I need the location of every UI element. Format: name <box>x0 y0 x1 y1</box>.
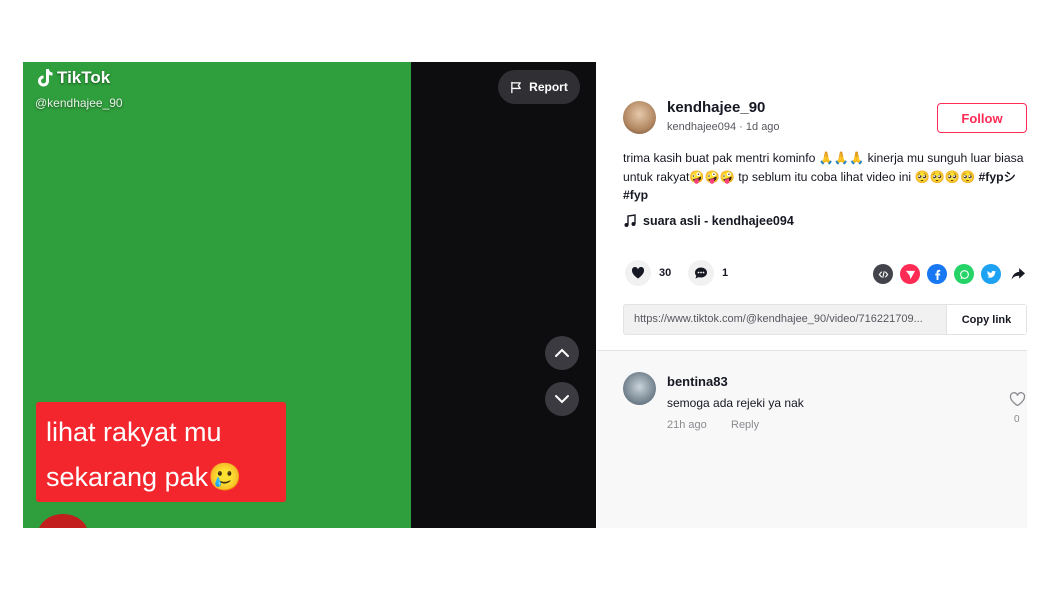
share-whatsapp-button[interactable] <box>954 264 974 284</box>
chevron-up-icon <box>555 348 569 357</box>
watermark-brand: TikTok <box>57 68 111 87</box>
flag-icon <box>511 81 522 93</box>
watermark-handle: @kendhajee_90 <box>35 96 123 110</box>
like-count: 30 <box>659 267 672 279</box>
report-button[interactable]: Report <box>498 70 580 104</box>
music-note-icon <box>624 214 636 227</box>
like-button[interactable] <box>625 260 651 286</box>
share-facebook-button[interactable] <box>927 264 947 284</box>
caption-line-2: sekarang pak🥲 <box>46 462 242 492</box>
hashtag-link[interactable]: #fyp <box>623 188 648 202</box>
copy-link-button[interactable]: Copy link <box>946 305 1026 334</box>
video-link-url[interactable]: https://www.tiktok.com/@kendhajee_90/vid… <box>634 313 944 325</box>
comment-icon <box>695 267 707 279</box>
embed-button[interactable] <box>873 264 893 284</box>
music-link[interactable]: suara asli - kendhajee094 <box>623 214 794 228</box>
music-title: suara asli - kendhajee094 <box>643 214 794 228</box>
author-nickname-date: kendhajee094 · 1d ago <box>667 121 780 133</box>
post-description: trima kasih buat pak mentri kominfo 🙏🙏🙏 … <box>623 149 1028 205</box>
comment-count: 1 <box>722 267 729 279</box>
hashtag-link[interactable]: #fypシ <box>979 170 1016 184</box>
comment-timestamp: 21h ago <box>667 419 707 431</box>
facebook-icon <box>934 269 940 280</box>
comment-like-icon[interactable] <box>1009 392 1026 407</box>
commenter-username[interactable]: bentina83 <box>667 374 728 389</box>
send-to-friends-button[interactable] <box>900 264 920 284</box>
like-action[interactable]: 30 <box>625 260 672 286</box>
author-avatar[interactable] <box>623 101 656 134</box>
video-caption-overlay: lihat rakyat mu sekarang pak🥲 <box>36 402 286 502</box>
author-username[interactable]: kendhajee_90 <box>667 99 765 116</box>
whatsapp-icon <box>959 269 969 279</box>
comments-section <box>597 351 1027 528</box>
chevron-down-icon <box>555 395 569 404</box>
more-share-button[interactable] <box>1008 264 1028 284</box>
comment-action[interactable]: 1 <box>688 260 729 286</box>
twitter-icon <box>986 270 996 278</box>
heart-icon <box>631 267 645 279</box>
caption-line-1: lihat rakyat mu <box>46 417 222 447</box>
video-player[interactable]: TikTok @kendhajee_90 Report lihat rakyat… <box>23 62 596 528</box>
reply-button[interactable]: Reply <box>731 419 759 431</box>
report-label: Report <box>529 80 568 94</box>
send-icon <box>905 270 915 279</box>
follow-button[interactable]: Follow <box>937 103 1027 133</box>
share-twitter-button[interactable] <box>981 264 1001 284</box>
tiktok-watermark: TikTok <box>37 68 110 88</box>
comment-text: semoga ada rejeki ya nak <box>667 396 804 410</box>
copy-link-box: https://www.tiktok.com/@kendhajee_90/vid… <box>623 304 1027 335</box>
share-arrow-icon <box>1011 268 1025 280</box>
comment-button[interactable] <box>688 260 714 286</box>
embed-icon <box>878 270 888 278</box>
tiktok-logo-icon <box>38 69 53 87</box>
previous-video-button[interactable] <box>545 336 579 370</box>
description-text: trima kasih buat pak mentri kominfo 🙏🙏🙏 … <box>623 151 1024 184</box>
comment-like-count: 0 <box>1014 414 1020 425</box>
commenter-avatar[interactable] <box>623 372 656 405</box>
next-video-button[interactable] <box>545 382 579 416</box>
